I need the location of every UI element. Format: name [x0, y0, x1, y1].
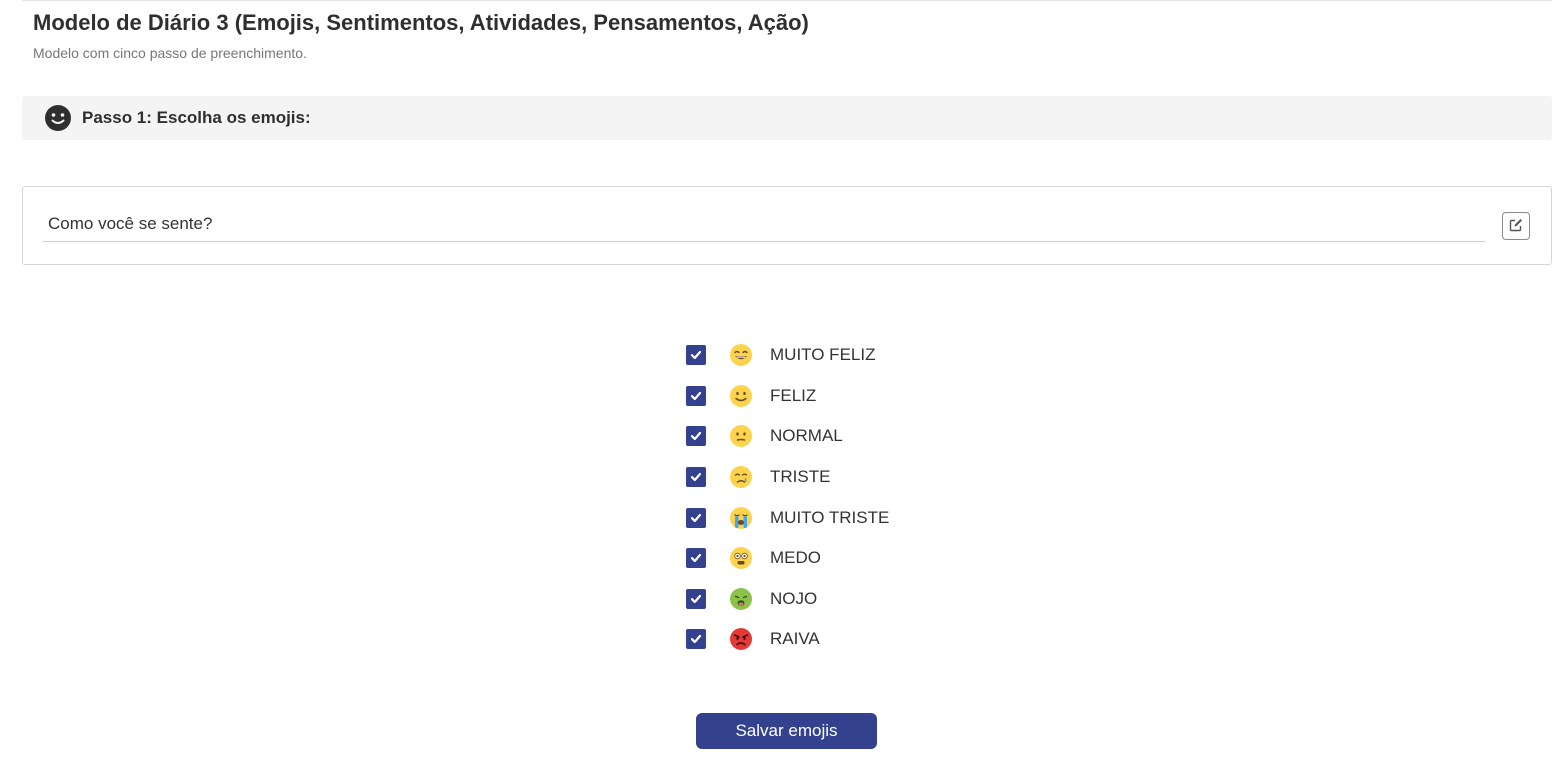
- smiley-face-icon: [44, 104, 72, 132]
- emoji-label: TRISTE: [770, 467, 831, 487]
- question-field-wrapper: [43, 207, 1485, 242]
- emoji-label: MUITO FELIZ: [770, 345, 876, 365]
- emoji-label: NOJO: [770, 588, 818, 608]
- emoji-item-feliz: FELIZ: [686, 376, 946, 417]
- emoji-item-raiva: RAIVA: [686, 619, 946, 660]
- emoji-label: RAIVA: [770, 629, 820, 649]
- emoji-checkbox[interactable]: [686, 588, 706, 609]
- emoji-checkbox[interactable]: [686, 629, 706, 650]
- emoji-item-nojo: NOJO: [686, 579, 946, 620]
- angry-face-icon: [730, 628, 752, 651]
- edit-button[interactable]: [1502, 212, 1530, 240]
- emoji-item-normal: NORMAL: [686, 416, 946, 457]
- page-subtitle: Modelo com cinco passo de preenchimento.: [33, 45, 307, 61]
- emoji-checkbox[interactable]: [686, 345, 706, 366]
- grinning-face-icon: [730, 344, 752, 367]
- edit-icon: [1509, 218, 1523, 235]
- emoji-label: MUITO TRISTE: [770, 507, 890, 527]
- emoji-item-muito-triste: MUITO TRISTE: [686, 497, 946, 538]
- emoji-checkbox[interactable]: [686, 385, 706, 406]
- emoji-checkbox[interactable]: [686, 548, 706, 569]
- emoji-label: FELIZ: [770, 385, 817, 405]
- loudly-crying-face-icon: [730, 506, 752, 529]
- question-card: [22, 186, 1552, 265]
- checkmark-icon: [690, 635, 702, 644]
- checkmark-icon: [690, 554, 702, 563]
- neutral-face-icon: [730, 425, 752, 448]
- smiling-face-icon: [730, 384, 752, 407]
- checkmark-icon: [690, 594, 702, 603]
- step-title: Passo 1: Escolha os emojis:: [82, 108, 311, 127]
- page-title: Modelo de Diário 3 (Emojis, Sentimentos,…: [33, 10, 809, 35]
- emoji-list: MUITO FELIZ FELIZ NORMAL TRISTE MUITO TR…: [686, 335, 946, 660]
- checkmark-icon: [690, 472, 702, 482]
- emoji-checkbox[interactable]: [686, 426, 706, 447]
- fearful-face-icon: [730, 547, 752, 570]
- emoji-label: NORMAL: [770, 426, 843, 446]
- checkmark-icon: [690, 351, 702, 360]
- emoji-label: MEDO: [770, 548, 821, 568]
- question-input[interactable]: [43, 207, 1485, 241]
- emoji-checkbox[interactable]: [686, 507, 706, 528]
- emoji-item-medo: MEDO: [686, 538, 946, 579]
- checkmark-icon: [690, 513, 702, 522]
- emoji-item-muito-feliz: MUITO FELIZ: [686, 335, 946, 376]
- top-divider: [22, 0, 1552, 1]
- emoji-checkbox[interactable]: [686, 467, 706, 488]
- checkmark-icon: [690, 432, 702, 441]
- crying-face-icon: [730, 466, 752, 489]
- step-header: Passo 1: Escolha os emojis:: [22, 96, 1552, 140]
- checkmark-icon: [690, 391, 702, 400]
- emoji-item-triste: TRISTE: [686, 457, 946, 498]
- save-emojis-button[interactable]: Salvar emojis: [696, 713, 877, 749]
- nauseated-face-icon: [730, 587, 752, 610]
